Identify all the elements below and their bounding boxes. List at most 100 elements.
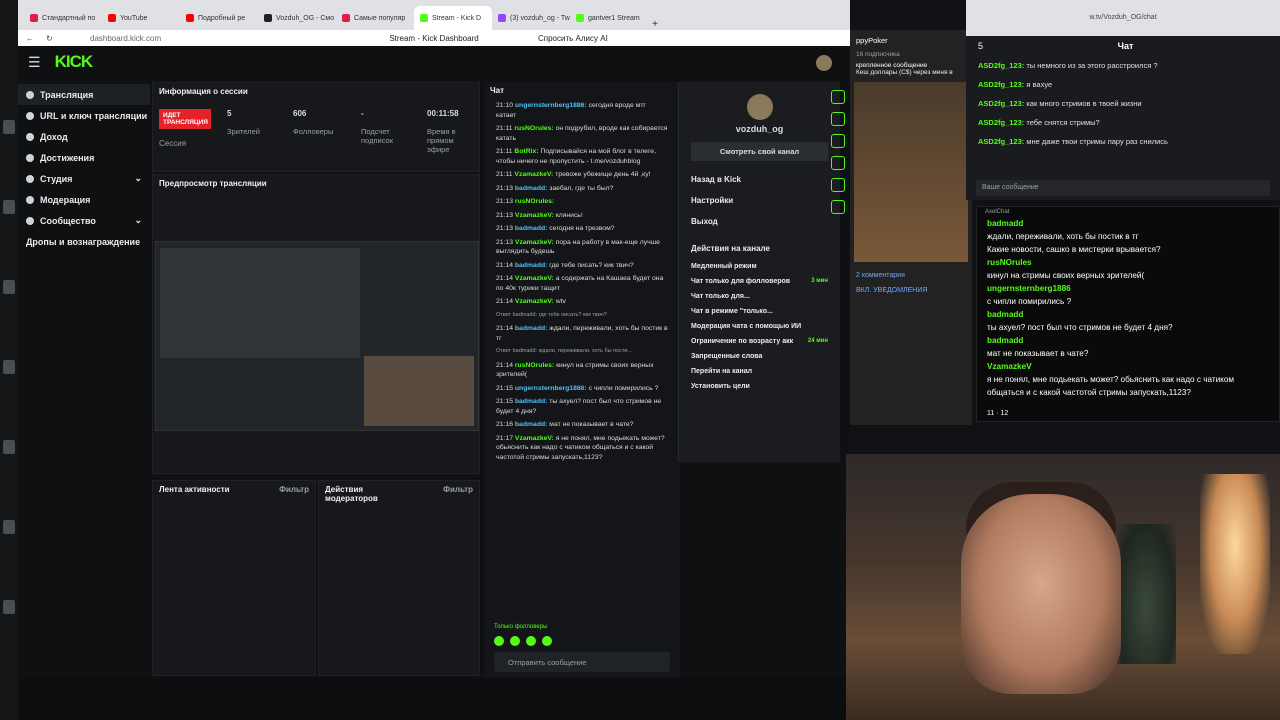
yt-video-thumb[interactable] <box>854 82 968 262</box>
browser-tab[interactable]: YouTube <box>102 6 180 30</box>
avatar[interactable] <box>816 55 832 71</box>
tool-icon[interactable] <box>831 112 845 126</box>
message-username[interactable]: rusNOrules: <box>515 198 554 205</box>
app-icon[interactable] <box>3 520 15 534</box>
sidebar-item-community[interactable]: Сообщество ⌄ <box>18 210 150 231</box>
browser-tab[interactable]: Подробный ре <box>180 6 258 30</box>
chat-message[interactable]: 21:11 VzamazkeV: тревоже убежище день 4й… <box>484 168 680 182</box>
browser-tab[interactable]: gantver1 Stream <box>570 6 648 30</box>
message-username[interactable]: badmadd: <box>515 262 549 269</box>
app-icon[interactable] <box>3 280 15 294</box>
popout-url[interactable]: w.tv/Vozduh_OG/chat <box>966 0 1280 36</box>
popout-message[interactable]: ASD2fg_123: я вахуе <box>966 75 1280 94</box>
app-icon[interactable] <box>3 120 15 134</box>
popout-message[interactable]: ASD2fg_123: тебе снятся стримы? <box>966 113 1280 132</box>
chat-message[interactable]: 21:13 rusNOrules: <box>484 195 680 209</box>
chat-message[interactable]: 21:13 VzamazkeV: клянись! <box>484 209 680 223</box>
message-username[interactable]: badmadd: <box>515 398 549 405</box>
app-icon[interactable] <box>3 360 15 374</box>
channel-action-item[interactable]: Ограничение по возрасту акк 24 мин <box>679 334 840 349</box>
message-username[interactable]: badmadd: <box>515 325 549 332</box>
chat-message[interactable]: 21:14 VzamazkeV: а содержать на Кашаеа б… <box>484 272 680 295</box>
message-username[interactable]: badmadd: <box>515 421 549 428</box>
back-to-kick-item[interactable]: Назад в Kick <box>679 169 840 190</box>
yt-notify[interactable]: ВКЛ. УВЕДОМЛЕНИЯ <box>850 283 972 298</box>
chat-message[interactable]: 21:15 badmadd: ты ахуел? пост был что ст… <box>484 395 680 418</box>
tool-icon[interactable] <box>831 156 845 170</box>
message-username[interactable]: ASD2fg_123: <box>978 61 1026 70</box>
chat-message[interactable]: 21:14 VzamazkeV: wtv <box>484 295 680 309</box>
chat-message[interactable]: 21:14 badmadd: где тебе писать? кик твич… <box>484 259 680 273</box>
popout-message[interactable]: ASD2fg_123: ты немного из за этого расст… <box>966 56 1280 75</box>
chat-message[interactable]: 21:13 badmadd: сегодня на трезвом? <box>484 222 680 236</box>
chat-message[interactable]: 21:14 badmadd: ждали, переживали, хоть б… <box>484 322 680 345</box>
message-username[interactable]: VzamazkeV: <box>515 212 556 219</box>
message-username[interactable]: rusNOrules: <box>515 362 556 369</box>
chat-message[interactable]: 21:16 badmadd: мат не показывает в чате? <box>484 418 680 432</box>
channel-action-item[interactable]: Медленный режим <box>679 259 840 274</box>
message-username[interactable]: VzamazkeV: <box>515 275 556 282</box>
channel-action-item[interactable]: Модерация чата с помощью ИИ <box>679 319 840 334</box>
kick-logo[interactable]: KICK <box>55 52 94 72</box>
app-icon[interactable] <box>3 440 15 454</box>
sidebar-item-drops[interactable]: Дропы и вознаграждение <box>18 231 150 252</box>
app-icon[interactable] <box>3 600 15 614</box>
menu-icon[interactable]: ☰ <box>28 54 41 71</box>
message-username[interactable]: VzamazkeV: <box>515 298 556 305</box>
emote-icon[interactable] <box>510 636 520 646</box>
chat-message[interactable]: 21:13 badmadd: заебал, где ты был? <box>484 182 680 196</box>
chat-message[interactable]: 21:11 BotRix: Подписывайся на мой блог в… <box>484 145 680 168</box>
channel-action-item[interactable]: Установить цели <box>679 379 840 394</box>
alice-button[interactable]: Спросить Алису AI <box>538 34 608 43</box>
chat-message[interactable]: 21:14 rusNOrules: кинул на стримы своих … <box>484 359 680 382</box>
stream-preview-video[interactable] <box>155 241 479 431</box>
sidebar-item-income[interactable]: Доход <box>18 126 150 147</box>
channel-action-item[interactable]: Чат только для... <box>679 289 840 304</box>
tool-icon[interactable] <box>831 200 845 214</box>
sidebar-item-url-key[interactable]: URL и ключ трансляции <box>18 105 150 126</box>
channel-action-item[interactable]: Чат в режиме "только... <box>679 304 840 319</box>
popout-message[interactable]: ASD2fg_123: мне даже твои стримы пару ра… <box>966 132 1280 151</box>
popout-chat-input[interactable]: Ваше сообщение <box>976 180 1270 196</box>
browser-tab[interactable]: Стандартный по <box>24 6 102 30</box>
message-username[interactable]: badmadd: <box>515 185 549 192</box>
browser-tab[interactable]: Самые популяр <box>336 6 414 30</box>
message-username[interactable]: VzamazkeV: <box>514 171 555 178</box>
chat-message[interactable]: 21:10 ungernsternberg1886: сегодня вроде… <box>484 99 680 122</box>
chat-message[interactable]: 21:17 VzamazkeV: я не понял, мне подьека… <box>484 432 680 465</box>
message-username[interactable]: ASD2fg_123: <box>978 137 1026 146</box>
message-username[interactable]: ASD2fg_123: <box>978 80 1026 89</box>
logout-item[interactable]: Выход <box>679 211 840 232</box>
yt-comments[interactable]: 2 комментария <box>850 268 972 283</box>
view-channel-button[interactable]: Смотреть свой канал <box>691 142 828 161</box>
channel-action-item[interactable]: Запрещенные слова <box>679 349 840 364</box>
channel-action-item[interactable]: Перейти на канал <box>679 364 840 379</box>
message-username[interactable]: rusNOrules: <box>514 125 555 132</box>
tool-icon[interactable] <box>831 134 845 148</box>
settings-item[interactable]: Настройки <box>679 190 840 211</box>
filter-button[interactable]: Фильтр <box>443 485 473 503</box>
message-username[interactable]: badmadd: <box>515 225 549 232</box>
message-username[interactable]: VzamazkeV: <box>515 435 556 442</box>
sidebar-item-achievements[interactable]: Достижения <box>18 147 150 168</box>
browser-tab[interactable]: Vozduh_OG - Смо <box>258 6 336 30</box>
chat-message[interactable]: 21:13 VzamazkeV: пора на работу в мак-ещ… <box>484 236 680 259</box>
browser-tab[interactable]: (3) vozduh_og - Tw <box>492 6 570 30</box>
message-username[interactable]: ASD2fg_123: <box>978 99 1026 108</box>
sidebar-item-stream[interactable]: Трансляция <box>18 84 150 105</box>
filter-button[interactable]: Фильтр <box>279 485 309 494</box>
chat-message[interactable]: 21:15 ungernsternberg1886: с чипли помир… <box>484 382 680 396</box>
browser-tab-active[interactable]: Stream - Kick D <box>414 6 492 30</box>
sidebar-item-studio[interactable]: Студия ⌄ <box>18 168 150 189</box>
message-username[interactable]: ASD2fg_123: <box>978 118 1026 127</box>
chat-input[interactable]: Отправить сообщение <box>494 652 670 672</box>
message-username[interactable]: ungernsternberg1886: <box>515 102 589 109</box>
channel-action-item[interactable]: Чат только для фолловеров 3 мин <box>679 274 840 289</box>
sidebar-item-moderation[interactable]: Модерация <box>18 189 150 210</box>
tool-icon[interactable] <box>831 90 845 104</box>
app-icon[interactable] <box>3 200 15 214</box>
tool-icon[interactable] <box>831 178 845 192</box>
emote-icon[interactable] <box>494 636 504 646</box>
message-username[interactable]: BotRix: <box>514 148 540 155</box>
message-username[interactable]: VzamazkeV: <box>515 239 556 246</box>
